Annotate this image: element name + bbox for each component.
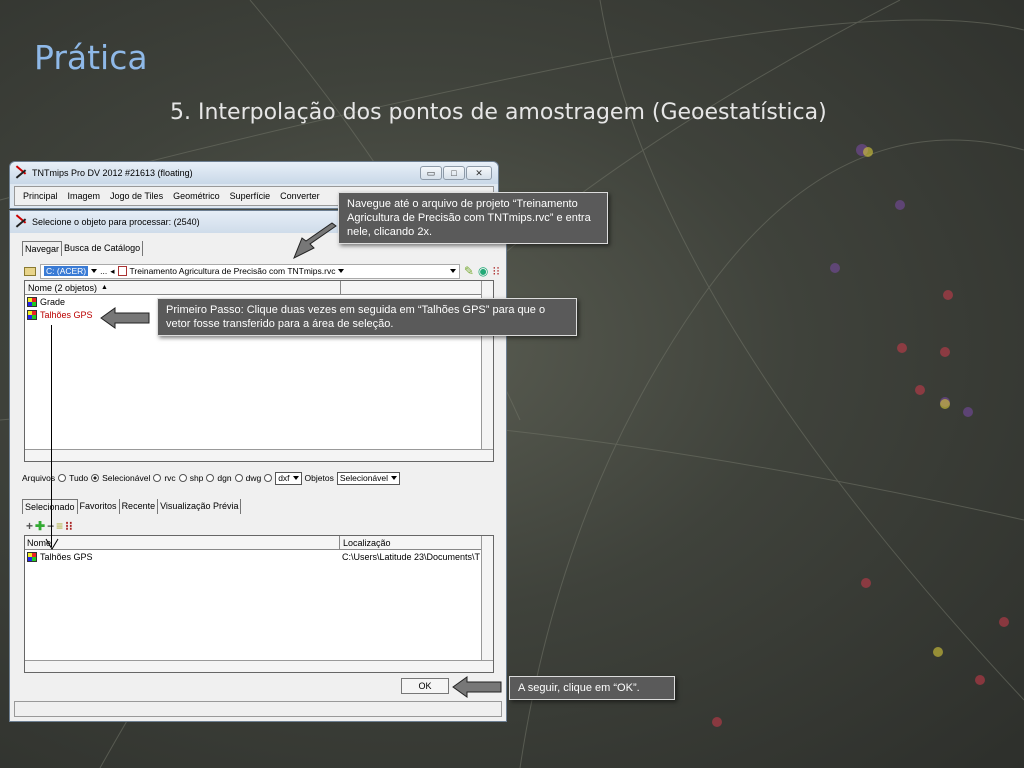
objects-select[interactable]: Selecionável xyxy=(336,471,401,485)
radio-shp-label: shp xyxy=(189,473,204,483)
dialog-title: Selecione o objeto para processar: (2540… xyxy=(32,217,200,227)
menu-superficie[interactable]: Superfície xyxy=(230,191,271,201)
raster-icon xyxy=(27,296,37,307)
status-bar xyxy=(14,701,502,717)
radio-dwg-label: dwg xyxy=(245,473,262,483)
drive-selector[interactable]: C: (ACER) xyxy=(44,266,89,276)
selected-list-header: Nome Localização xyxy=(25,535,493,550)
pencil-icon[interactable]: ✎ xyxy=(464,264,474,278)
browse-list-header-label: Nome (2 objetos) xyxy=(28,282,98,293)
radio-dwg[interactable] xyxy=(234,474,243,482)
tab-visualizacao-previa[interactable]: Visualização Prévia xyxy=(158,499,242,514)
close-icon[interactable]: ✕ xyxy=(466,166,492,180)
radio-selecionavel[interactable] xyxy=(91,474,100,482)
select-object-dialog: Selecione o objeto para processar: (2540… xyxy=(9,210,507,722)
ext-select-value: dxf xyxy=(278,473,290,483)
radio-tudo-label: Tudo xyxy=(69,473,89,483)
grid-icon[interactable]: ⁝⁝ xyxy=(492,264,500,278)
menu-jogo-de-tiles[interactable]: Jogo de Tiles xyxy=(110,191,163,201)
folder-up-icon[interactable] xyxy=(24,266,36,276)
radio-selecionavel-label: Selecionável xyxy=(102,473,151,483)
vector-icon xyxy=(27,551,37,562)
vector-icon xyxy=(27,309,37,320)
selected-list: Nome Localização Talhões GPS C:\Users\La… xyxy=(24,535,494,673)
globe-icon[interactable]: ◉ xyxy=(478,264,488,278)
tab-selecionado[interactable]: Selecionado xyxy=(22,499,78,514)
path-dropdown-icon[interactable] xyxy=(449,269,456,273)
menu-geometrico[interactable]: Geométrico xyxy=(173,191,220,201)
selected-vscroll[interactable] xyxy=(481,536,493,672)
radio-rvc-label: rvc xyxy=(164,473,176,483)
chevron-down-icon xyxy=(292,476,299,480)
list-item-label: Grade xyxy=(40,296,66,307)
path-combo[interactable]: C: (ACER) ... ◂ Treinamento Agricultura … xyxy=(40,263,460,279)
chevron-down-icon xyxy=(391,476,398,480)
arrow-to-talhoes-icon xyxy=(100,307,150,329)
ext-select[interactable]: dxf xyxy=(275,471,302,485)
menu-principal[interactable]: Principal xyxy=(23,191,58,201)
project-path[interactable]: Treinamento Agricultura de Precisão com … xyxy=(130,266,336,276)
callout-navigate: Navegue até o arquivo de projeto “Treina… xyxy=(338,192,608,244)
objects-label: Objetos xyxy=(304,473,334,483)
tntmips-icon xyxy=(14,167,28,179)
slide-subtitle: 5. Interpolação dos pontos de amostragem… xyxy=(170,100,827,125)
table-cell-location: C:\Users\Latitude 23\Documents\T xyxy=(342,551,481,562)
radio-dgn[interactable] xyxy=(206,474,215,482)
callout-ok-step: A seguir, clique em “OK”. xyxy=(509,676,675,700)
callout-first-step: Primeiro Passo: Clique duas vezes em seg… xyxy=(157,298,577,336)
selected-hscroll[interactable] xyxy=(25,660,493,672)
grid-icon[interactable]: ⁝⁝ xyxy=(65,519,73,533)
arrow-to-ok-icon xyxy=(452,676,502,698)
radio-dgn-label: dgn xyxy=(217,473,232,483)
col-header-location[interactable]: Localização xyxy=(339,535,391,550)
ok-button[interactable]: OK xyxy=(401,678,449,694)
path-ellipsis[interactable]: ... xyxy=(100,266,107,276)
selection-tabs: Selecionado Favoritos Recente Visualizaç… xyxy=(22,499,242,514)
chevron-left-icon[interactable]: ◂ xyxy=(110,266,114,277)
window-controls: ▭ □ ✕ xyxy=(420,166,492,180)
browse-tabs: Navegar Busca de Catálogo xyxy=(22,241,144,256)
main-window-titlebar[interactable]: TNTmips Pro DV 2012 #21613 (floating) ▭ … xyxy=(10,162,498,184)
selection-toolbar: + ✚ − ≡ ⁝⁝ xyxy=(26,519,73,533)
minimize-icon[interactable]: ▭ xyxy=(420,166,442,180)
menu-imagem[interactable]: Imagem xyxy=(68,191,101,201)
chevron-down-icon[interactable] xyxy=(91,269,98,273)
radio-ext[interactable] xyxy=(264,474,273,482)
sort-up-icon[interactable]: ▲ xyxy=(101,284,108,291)
tab-recente[interactable]: Recente xyxy=(120,499,159,514)
arrow-head-icon xyxy=(45,538,59,550)
add-icon[interactable]: + xyxy=(26,519,33,533)
guide-line xyxy=(51,325,52,547)
table-row[interactable]: Talhões GPS C:\Users\Latitude 23\Documen… xyxy=(25,550,493,563)
tab-busca-de-catalogo[interactable]: Busca de Catálogo xyxy=(62,241,144,256)
menu-converter[interactable]: Converter xyxy=(280,191,320,201)
browse-hscroll[interactable] xyxy=(25,449,493,461)
remove-all-icon[interactable]: ≡ xyxy=(56,519,63,533)
radio-rvc[interactable] xyxy=(153,474,162,482)
project-file-icon xyxy=(117,266,127,276)
arrow-to-path-icon xyxy=(293,222,337,260)
col-header-name[interactable]: Nome xyxy=(25,538,339,548)
add-all-icon[interactable]: ✚ xyxy=(35,519,45,533)
file-filter-row: Arquivos Tudo Selecionável rvc shp dgn d… xyxy=(22,470,502,486)
browse-list-header[interactable]: Nome (2 objetos) ▲ xyxy=(25,281,493,295)
list-item-label: Talhões GPS xyxy=(40,309,93,320)
tab-favoritos[interactable]: Favoritos xyxy=(78,499,120,514)
radio-tudo[interactable] xyxy=(58,474,67,482)
tab-navegar[interactable]: Navegar xyxy=(22,241,63,256)
main-window-title: TNTmips Pro DV 2012 #21613 (floating) xyxy=(32,168,193,178)
table-cell-name: Talhões GPS xyxy=(40,551,93,562)
objects-select-value: Selecionável xyxy=(339,473,389,483)
slide-title: Prática xyxy=(34,38,148,77)
chevron-down-icon[interactable] xyxy=(338,269,345,273)
radio-shp[interactable] xyxy=(178,474,187,482)
maximize-icon[interactable]: □ xyxy=(443,166,465,180)
tntmips-icon xyxy=(14,216,28,228)
path-row: C: (ACER) ... ◂ Treinamento Agricultura … xyxy=(24,262,500,280)
